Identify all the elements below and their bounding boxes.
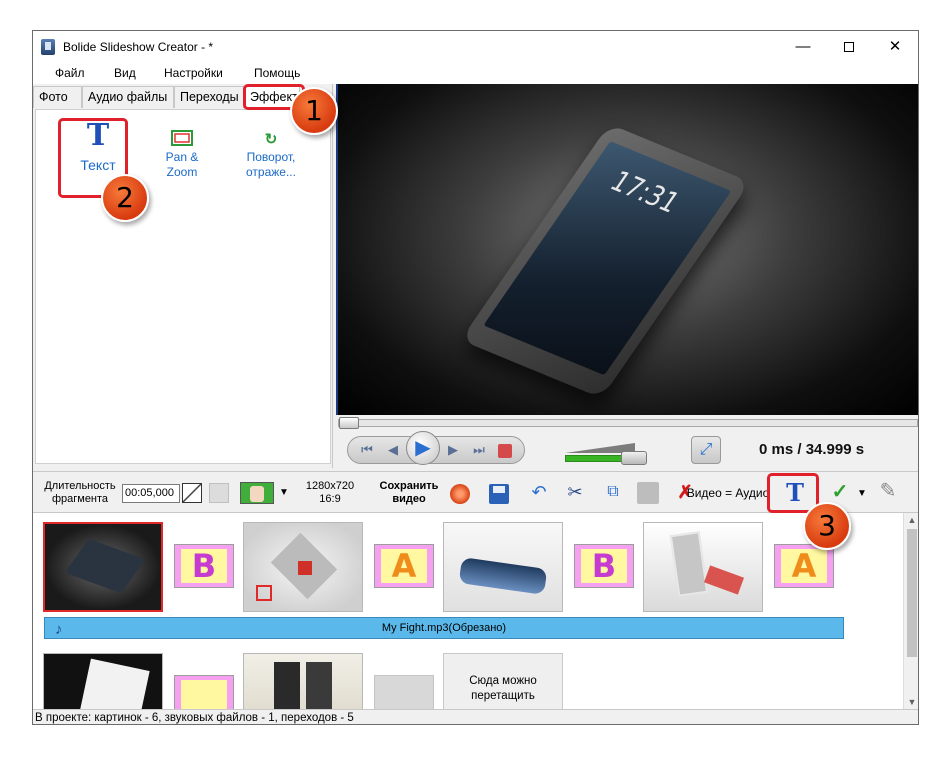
scroll-down-icon[interactable]: ▼ — [904, 697, 918, 707]
title-bar: Bolide Slideshow Creator - * — ✕ — [33, 31, 918, 63]
next-frame-button[interactable]: ▶ — [440, 438, 466, 462]
maximize-icon — [844, 42, 854, 53]
tab-photo[interactable]: Фото — [33, 86, 82, 108]
transition-letter: A — [791, 547, 817, 585]
minimize-button[interactable]: — — [780, 31, 826, 63]
transition-letter: B — [191, 547, 217, 585]
scroll-up-icon[interactable]: ▲ — [904, 515, 918, 525]
duration-label-2: фрагмента — [51, 493, 109, 505]
transition-letter: A — [391, 547, 417, 585]
video-equals-audio-button[interactable]: Видео = Аудио — [683, 487, 773, 500]
slide-thumbnail[interactable] — [243, 522, 363, 612]
stop-button[interactable] — [492, 438, 518, 462]
paste-icon[interactable] — [637, 482, 659, 504]
status-bar: В проекте: картинок - 6, звуковых файлов… — [33, 709, 918, 724]
play-button[interactable]: ▶ — [406, 431, 440, 465]
time-readout: 0 ms / 34.999 s — [759, 441, 864, 458]
menu-help[interactable]: Помощь — [254, 66, 300, 80]
cut-icon[interactable]: ✂ — [565, 482, 585, 502]
pan-zoom-marker — [256, 585, 272, 601]
time-total: / 34.999 s — [793, 441, 865, 458]
effect-rotate[interactable]: ↻ Поворот, отраже... — [236, 130, 306, 180]
copy-icon[interactable]: ⧉ — [601, 482, 625, 502]
transition-thumbnail[interactable]: A — [774, 544, 834, 588]
step-badge-3: 3 — [803, 502, 851, 550]
prev-frame-button[interactable]: ◀ — [380, 438, 406, 462]
brush-icon[interactable]: ✎ — [877, 481, 899, 501]
transition-thumbnail[interactable] — [174, 675, 234, 709]
apply-dropdown-icon[interactable]: ▼ — [856, 484, 868, 504]
resolution-line-1: 1280x720 — [305, 480, 355, 492]
seek-thumb[interactable] — [339, 417, 359, 429]
music-note-icon: ♪ — [55, 621, 63, 638]
duration-label: Длительность фрагмента — [41, 480, 119, 506]
duration-input[interactable]: 00:05,000 — [122, 484, 180, 503]
skip-start-button[interactable]: ⏮ — [354, 438, 380, 462]
volume-thumb[interactable] — [621, 451, 647, 465]
close-button[interactable]: ✕ — [872, 31, 918, 63]
tab-transitions[interactable]: Переходы — [174, 86, 244, 108]
transition-letter: B — [591, 547, 617, 585]
slide-thumbnail[interactable] — [43, 522, 163, 612]
transition-thumbnail[interactable]: B — [174, 544, 234, 588]
pan-zoom-icon — [152, 130, 212, 150]
time-current: 0 ms — [759, 441, 794, 458]
thumbnail-picker[interactable] — [240, 482, 274, 504]
apply-check-icon[interactable]: ✓ — [830, 482, 850, 502]
maximize-button[interactable] — [826, 31, 872, 63]
drop-hint[interactable]: Сюда можно перетащить — [443, 653, 563, 709]
save-video-label: Сохранить видео — [377, 480, 441, 506]
slide-thumbnail[interactable] — [643, 522, 763, 612]
fullscreen-button[interactable]: ⤢ — [691, 436, 721, 464]
resolution-readout[interactable]: 1280x720 16:9 — [305, 480, 355, 506]
menu-bar: Файл Вид Настройки Помощь — [33, 63, 918, 84]
pan-zoom-label-1: Pan & — [165, 150, 199, 164]
chevron-down-icon[interactable]: ▼ — [278, 483, 290, 503]
save-video-line-1: Сохранить — [379, 480, 439, 492]
player-controls: ⏮ ◀ ▶ ▶ ⏭ — [347, 431, 525, 465]
skip-end-button[interactable]: ⏭ — [466, 438, 492, 462]
app-window: Bolide Slideshow Creator - * — ✕ Файл Ви… — [32, 30, 919, 725]
menu-view[interactable]: Вид — [114, 66, 136, 80]
slide-thumbnail[interactable] — [443, 522, 563, 612]
menu-file[interactable]: Файл — [55, 66, 85, 80]
window-title: Bolide Slideshow Creator - * — [63, 40, 214, 54]
drop-hint-line-2: перетащить — [471, 690, 535, 702]
transition-thumbnail[interactable]: B — [574, 544, 634, 588]
rotate-icon: ↻ — [264, 131, 278, 148]
fit-icon[interactable] — [182, 483, 202, 503]
rotate-label-1: Поворот, — [246, 150, 296, 164]
step-badge-1: 1 — [290, 87, 338, 135]
undo-icon[interactable]: ↶ — [529, 482, 549, 502]
volume-fill — [565, 455, 623, 462]
step-badge-2: 2 — [101, 174, 149, 222]
timeline-strip: B A B A ♪ My Fight.mp3(Обрезано) Сюда мо… — [33, 513, 903, 709]
scrollbar-thumb[interactable] — [907, 529, 917, 657]
rotate-label-2: отраже... — [246, 165, 296, 179]
face-icon — [250, 486, 264, 502]
app-icon — [41, 39, 55, 55]
audio-track[interactable]: ♪ My Fight.mp3(Обрезано) — [44, 617, 844, 639]
slide-thumbnail[interactable] — [243, 653, 363, 709]
video-preview[interactable]: 17:31 — [336, 84, 918, 415]
empty-transition-slot[interactable] — [374, 675, 434, 709]
audio-track-label: My Fight.mp3(Обрезано) — [381, 622, 507, 634]
drop-hint-line-1: Сюда можно — [469, 675, 537, 687]
volume-slider[interactable] — [565, 441, 647, 465]
seek-bar[interactable] — [338, 417, 918, 429]
background-color-icon[interactable] — [209, 483, 229, 503]
save-video-icon[interactable] — [450, 484, 470, 504]
transition-thumbnail[interactable]: A — [374, 544, 434, 588]
duration-label-1: Длительность — [44, 480, 116, 492]
timeline-scrollbar[interactable]: ▲ ▼ — [903, 513, 918, 709]
save-video-line-2: видео — [392, 493, 426, 505]
tab-audio-files[interactable]: Аудио файлы — [82, 86, 174, 108]
pan-zoom-label-2: Zoom — [166, 165, 198, 179]
stop-icon — [498, 443, 512, 458]
menu-settings[interactable]: Настройки — [164, 66, 223, 80]
effect-pan-zoom[interactable]: Pan & Zoom — [152, 130, 212, 180]
save-project-icon[interactable] — [489, 484, 509, 504]
slide-thumbnail[interactable] — [43, 653, 163, 709]
resolution-line-2: 16:9 — [319, 493, 341, 505]
